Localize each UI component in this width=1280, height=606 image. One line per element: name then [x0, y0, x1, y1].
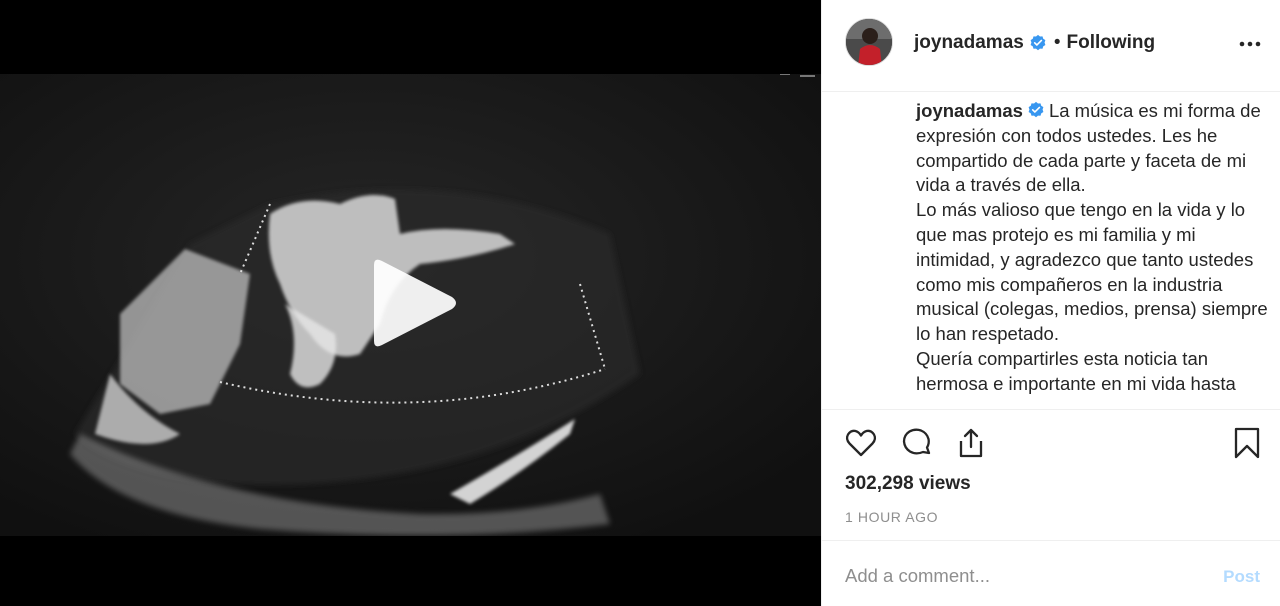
post-actions: 302,298 views 1 HOUR AGO — [822, 409, 1280, 540]
post-comment-button[interactable]: Post — [1223, 567, 1260, 587]
instagram-post-modal: joynadamas • Following joynadamas La mús… — [0, 0, 1280, 606]
comment-bubble-icon — [902, 428, 931, 455]
comment-button[interactable] — [900, 426, 934, 460]
caption: joynadamas La música es mi forma de expr… — [916, 99, 1268, 397]
post-header: joynadamas • Following — [822, 0, 1280, 92]
view-count[interactable]: 302,298 views — [845, 473, 971, 495]
caption-area: joynadamas La música es mi forma de expr… — [822, 93, 1280, 409]
verified-badge-icon — [1029, 34, 1047, 52]
separator-dot: • — [1053, 32, 1061, 53]
header-line: joynadamas • Following — [914, 32, 1155, 54]
heart-icon — [845, 429, 877, 457]
verified-badge-icon — [1027, 101, 1045, 119]
post-timestamp[interactable]: 1 HOUR AGO — [845, 509, 938, 525]
profile-photo — [846, 19, 892, 65]
comment-form: Post — [822, 540, 1280, 606]
header-username[interactable]: joynadamas — [914, 32, 1024, 54]
play-button[interactable] — [364, 253, 464, 353]
more-options-icon[interactable] — [1237, 34, 1263, 54]
avatar[interactable] — [845, 18, 893, 66]
play-icon — [374, 259, 456, 347]
post-side-panel: joynadamas • Following joynadamas La mús… — [821, 0, 1280, 606]
like-button[interactable] — [844, 426, 878, 460]
share-icon — [959, 428, 983, 458]
save-button[interactable] — [1230, 426, 1264, 460]
bookmark-icon — [1234, 427, 1260, 459]
caption-text: La música es mi forma de expresión con t… — [916, 100, 1268, 394]
share-button[interactable] — [954, 426, 988, 460]
media-viewer — [0, 0, 821, 606]
caption-username[interactable]: joynadamas — [916, 100, 1023, 121]
following-button[interactable]: Following — [1066, 32, 1155, 54]
comment-input[interactable] — [845, 563, 1205, 589]
